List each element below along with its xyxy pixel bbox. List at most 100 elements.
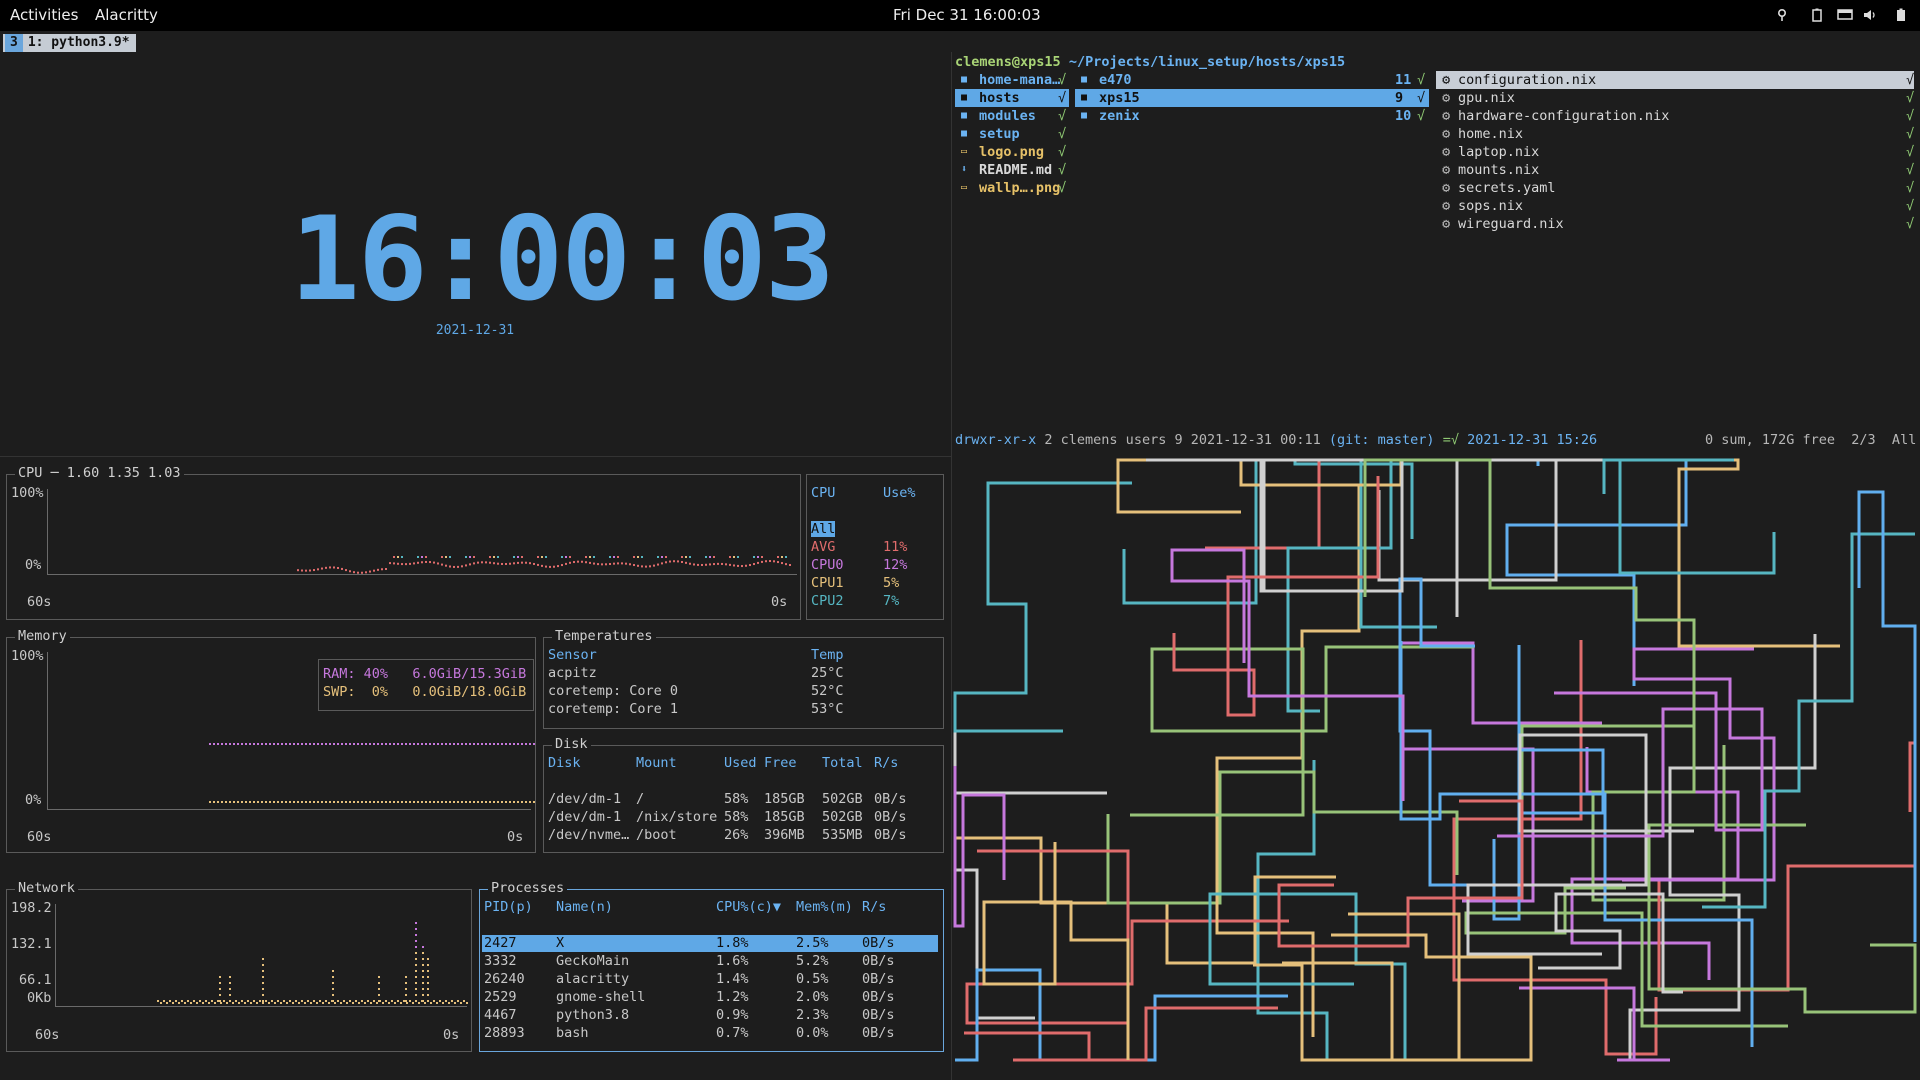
- swap-line: [209, 801, 535, 803]
- disk-panel: Disk Disk Mount Used Free Total R/s /dev/dm-1…: [543, 736, 944, 853]
- net-trace-dot: [280, 1002, 282, 1004]
- fm-preview-item[interactable]: ⚙ sops.nix √: [1436, 197, 1914, 215]
- fm-preview-item[interactable]: ⚙ wireguard.nix √: [1436, 215, 1914, 233]
- battery-icon[interactable]: [1810, 8, 1824, 22]
- cpu-trace-dot: [693, 563, 695, 566]
- fm-item-name: logo.png: [979, 144, 1045, 160]
- fm-current-item[interactable]: ■ zenix 10 √: [1075, 107, 1429, 125]
- cpu-row-use: 7%: [883, 593, 900, 609]
- fm-current-item[interactable]: ■ e470 11 √: [1075, 71, 1429, 89]
- processes-panel: Processes PID(p) Name(n) CPU%(c)▼ Mem%(m) R/…: [479, 880, 944, 1052]
- disk-col-header: Free: [764, 755, 797, 771]
- fm-preview-item[interactable]: ⚙ configuration.nix √: [1436, 71, 1914, 89]
- process-row[interactable]: 4467 python3.8 0.9% 2.3% 0B/s: [482, 1007, 938, 1024]
- cpu-trace-dot: [609, 556, 611, 558]
- focused-app-menu[interactable]: Alacritty: [95, 6, 158, 24]
- net-spike-dot: [422, 1000, 424, 1002]
- fm-parent-item[interactable]: ▭ logo.png √: [955, 143, 1069, 161]
- cpu-trace-dot: [533, 562, 535, 565]
- fm-preview-item[interactable]: ⚙ laptop.nix √: [1436, 143, 1914, 161]
- file-icon: ⬇: [961, 164, 968, 175]
- display-icon[interactable]: [1837, 8, 1853, 22]
- clock-date: 2021-12-31: [435, 323, 515, 338]
- net-trace-dot: [271, 1000, 273, 1002]
- cpu-trace-dot: [617, 562, 619, 565]
- pipe-segment: [1377, 458, 1611, 617]
- process-row[interactable]: 26240 alacritty 1.4% 0.5% 0B/s: [482, 971, 938, 988]
- net-trace-dot: [466, 1002, 468, 1004]
- fm-item-count: 9: [1395, 90, 1404, 106]
- cpu-selected-all[interactable]: All: [811, 521, 836, 537]
- net-spike-dot: [262, 976, 264, 978]
- net-spike-dot: [427, 988, 429, 990]
- process-row[interactable]: 3332 GeckoMain 1.6% 5.2% 0B/s: [482, 953, 938, 970]
- cpu-trace-dot: [733, 564, 735, 567]
- mem-x-left: 60s: [27, 829, 52, 845]
- cpu-trace-dot: [729, 563, 731, 566]
- net-trace-dot: [355, 1000, 357, 1002]
- pipe-segment: [1602, 458, 1776, 575]
- net-trace-dot: [304, 1002, 306, 1004]
- activities-button[interactable]: Activities: [10, 6, 78, 24]
- cpu-trace-dot: [701, 563, 703, 566]
- fm-item-name: laptop.nix: [1458, 144, 1540, 160]
- process-col-header[interactable]: R/s: [862, 899, 886, 915]
- net-trace-dot: [277, 1000, 279, 1002]
- cpu-trace-dot: [389, 562, 391, 565]
- net-trace-dot: [451, 1000, 453, 1002]
- net-spike-dot: [219, 976, 221, 978]
- net-trace-dot: [295, 1000, 297, 1002]
- fm-git: (git: master): [1328, 432, 1435, 448]
- mem-legend: RAM: 40% 6.0GiB/15.3GiB SWP: 0% 0.0GiB/1…: [318, 659, 534, 711]
- fm-preview-item[interactable]: ⚙ mounts.nix √: [1436, 161, 1914, 179]
- net-trace-dot: [163, 1000, 165, 1002]
- cpu-trace-dot: [509, 562, 511, 565]
- pipe-segment: [1106, 770, 1459, 905]
- process-col-header[interactable]: Mem%(m): [796, 899, 853, 915]
- process-row[interactable]: 28893 bash 0.7% 0.0% 0B/s: [482, 1025, 938, 1042]
- process-col-header[interactable]: PID(p): [484, 899, 533, 915]
- cpu-trace-dot: [485, 561, 487, 564]
- fm-current-item[interactable]: ■ xps15 9 √: [1075, 89, 1429, 107]
- fm-item-name: sops.nix: [1458, 198, 1524, 214]
- fm-parent-item[interactable]: ■ setup √: [955, 125, 1069, 143]
- cpu-trace-dot: [721, 562, 723, 565]
- clock-datetime[interactable]: Fri Dec 31 16:00:03: [893, 6, 1041, 24]
- fm-parent-item[interactable]: ■ modules √: [955, 107, 1069, 125]
- mem-x-right: 0s: [507, 829, 524, 845]
- fm-preview-item[interactable]: ⚙ gpu.nix √: [1436, 89, 1914, 107]
- fm-parent-item[interactable]: ■ home-mana… √: [955, 71, 1069, 89]
- power-icon[interactable]: [1894, 8, 1908, 22]
- process-cell: 2529: [484, 989, 517, 1005]
- folder-icon: ■: [1081, 92, 1088, 103]
- disk-cell: 185GB: [764, 791, 805, 807]
- cpu-trace-dot: [589, 561, 591, 564]
- net-spike-dot: [262, 988, 264, 990]
- pipe-segment: [1857, 490, 1917, 942]
- fm-preview-item[interactable]: ⚙ hardware-configuration.nix √: [1436, 107, 1914, 125]
- net-trace-dot: [283, 1000, 285, 1002]
- process-cell: 0.9%: [716, 1007, 749, 1023]
- fm-parent-item[interactable]: ▭ wallp….png √: [955, 179, 1069, 197]
- process-col-header[interactable]: Name(n): [556, 899, 613, 915]
- fm-item-flag: √: [1058, 72, 1067, 88]
- fm-preview-item[interactable]: ⚙ secrets.yaml √: [1436, 179, 1914, 197]
- fm-item-flag: √: [1417, 108, 1426, 124]
- process-row[interactable]: 2529 gnome-shell 1.2% 2.0% 0B/s: [482, 989, 938, 1006]
- process-col-header[interactable]: CPU%(c)▼: [716, 899, 781, 915]
- cpu-trace-dot: [489, 556, 491, 558]
- fm-parent-item[interactable]: ⬇ README.md √: [955, 161, 1069, 179]
- fm-parent-item[interactable]: ■ hosts √: [955, 89, 1069, 107]
- cpu-trace-dot: [665, 556, 667, 558]
- cpu-row-use: 11%: [883, 539, 908, 555]
- volume-icon[interactable]: [1863, 8, 1877, 22]
- location-icon[interactable]: [1775, 8, 1789, 22]
- net-spike-dot: [262, 970, 264, 972]
- process-row[interactable]: 2427 X 1.8% 2.5% 0B/s: [482, 935, 938, 952]
- cpu-trace-dot: [313, 569, 315, 572]
- workspace-tab[interactable]: 3 1: python3.9*: [3, 34, 136, 52]
- temperatures-title: Temperatures: [552, 628, 656, 644]
- mem-y-bottom: 0%: [25, 792, 42, 808]
- fm-preview-item[interactable]: ⚙ home.nix √: [1436, 125, 1914, 143]
- cpu-trace-dot: [553, 565, 555, 568]
